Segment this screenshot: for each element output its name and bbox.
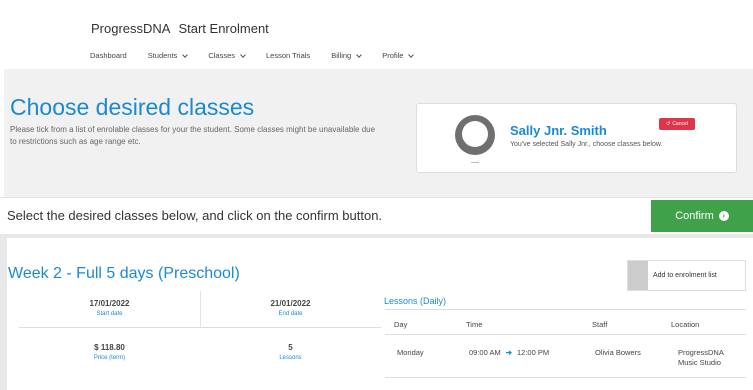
lessons-row-divider (385, 334, 746, 335)
confirm-label: Confirm (675, 210, 714, 222)
lessons-title: Lessons (Daily) (384, 296, 447, 306)
page-name: Start Enrolment (178, 21, 269, 36)
col-header-location: Location (671, 320, 700, 329)
location-line-2: Music Studio (678, 358, 721, 367)
start-date-stat: 17/01/2022 Start date (19, 299, 200, 317)
nav-students[interactable]: Students (147, 51, 189, 60)
cancel-label: Cancel (672, 121, 688, 127)
lessons-bottom-divider (385, 377, 746, 378)
lesson-start-time: 09:00 AM (469, 348, 501, 357)
start-date-label: Start date (96, 311, 123, 317)
class-title: Week 2 - Full 5 days (Preschool) (8, 265, 240, 282)
nav-profile[interactable]: Profile (382, 51, 415, 60)
stats-horizontal-divider (19, 327, 381, 328)
selected-student-card: Sally Jnr. Smith You've selected Sally J… (416, 103, 737, 173)
class-stats: 17/01/2022 Start date 21/01/2022 End dat… (19, 291, 381, 387)
lesson-end-time: 12:00 PM (517, 348, 550, 357)
nav-billing[interactable]: Billing (331, 51, 363, 60)
col-header-time: Time (466, 320, 483, 329)
col-header-staff: Staff (592, 320, 608, 329)
arrow-right-circle-icon: › (718, 211, 729, 221)
avatar (455, 115, 495, 155)
avatar-caption-line (471, 162, 479, 163)
start-date-value: 17/01/2022 (89, 299, 130, 308)
end-date-stat: 21/01/2022 End date (200, 299, 381, 317)
brand-name: ProgressDNA (91, 21, 171, 36)
nav-label: Students (147, 51, 178, 60)
add-button-bar (628, 261, 648, 290)
end-date-value: 21/01/2022 (270, 299, 311, 308)
lessons-count-label: Lessons (279, 355, 302, 361)
nav-label: Dashboard (90, 51, 127, 60)
chevron-down-icon (408, 51, 415, 58)
class-card: Week 2 - Full 5 days (Preschool) Add to … (7, 238, 753, 390)
arrow-right-icon: ➔ (505, 348, 512, 357)
main-nav: Dashboard Students Classes Lesson Trials… (90, 51, 434, 60)
add-button-label: Add to enrolment list (653, 272, 717, 279)
location-line-1: ProgressDNA (678, 348, 724, 357)
instruction-text: Select the desired classes below, and cl… (7, 208, 383, 223)
lesson-time: 09:00 AM ➔ 12:00 PM (469, 348, 549, 357)
lesson-staff: Olivia Bowers (595, 348, 641, 357)
nav-label: Billing (331, 51, 352, 60)
price-stat: $ 118.80 Price (term) (19, 343, 200, 361)
nav-classes[interactable]: Classes (208, 51, 246, 60)
lessons-count-value: 5 (288, 343, 293, 352)
lessons-header-divider (385, 309, 746, 310)
nav-label: Lesson Trials (266, 51, 311, 60)
lesson-day: Monday (397, 348, 424, 357)
add-to-enrolment-button[interactable]: Add to enrolment list (627, 260, 746, 291)
student-name: Sally Jnr. Smith (510, 123, 607, 138)
col-header-day: Day (394, 320, 408, 329)
page-title: Choose desired classes (10, 94, 255, 120)
price-label: Price (term) (93, 355, 126, 361)
divider (0, 197, 753, 198)
student-subtitle: You've selected Sally Jnr., choose class… (510, 141, 663, 148)
brand[interactable]: ProgressDNA Start Enrolment (91, 21, 269, 36)
stats-vertical-divider (200, 291, 201, 327)
top-bar: ProgressDNA Start Enrolment Dashboard Stu… (0, 0, 753, 69)
nav-label: Classes (208, 51, 235, 60)
lesson-location: ProgressDNA Music Studio (678, 348, 724, 368)
undo-icon: ↺ (666, 121, 671, 127)
chevron-down-icon (240, 51, 246, 58)
nav-lesson-trials[interactable]: Lesson Trials (266, 51, 310, 60)
chevron-down-icon (356, 51, 363, 58)
confirm-button[interactable]: Confirm › (651, 200, 753, 232)
lessons-stat: 5 Lessons (200, 343, 381, 361)
end-date-label: End date (278, 311, 303, 317)
price-value: $ 118.80 (94, 343, 125, 352)
nav-label: Profile (382, 51, 404, 60)
page-description: Please tick from a list of enrolable cla… (10, 125, 376, 146)
nav-dashboard[interactable]: Dashboard (90, 51, 127, 60)
chevron-down-icon (182, 51, 189, 58)
cancel-button[interactable]: ↺ Cancel (659, 118, 695, 130)
